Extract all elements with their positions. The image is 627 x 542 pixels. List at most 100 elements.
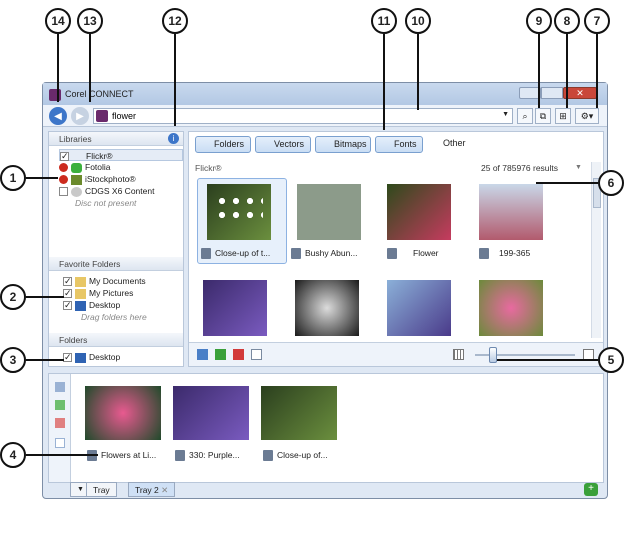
thumbnail-8[interactable] <box>479 280 543 336</box>
thumbnail-1[interactable] <box>207 184 271 240</box>
app-window: Corel CONNECT ✕ ◀ ▶ ▼ ⌕ ⧉ ⊞ ⚙▾ Libraries… <box>42 82 608 499</box>
back-button[interactable]: ◀ <box>49 107 67 125</box>
search-bar[interactable]: ▼ <box>93 108 513 124</box>
caption-text: Close-up of t... <box>215 248 271 258</box>
folder-desktop[interactable]: Desktop <box>63 351 183 363</box>
flickr-checkbox[interactable] <box>60 150 69 162</box>
download-icon <box>387 248 397 260</box>
results-count-dropdown-icon[interactable]: ▼ <box>575 164 582 171</box>
library-fotolia[interactable]: Fotolia <box>59 161 183 173</box>
small-thumbnails-icon[interactable] <box>453 349 464 360</box>
filter-bitmaps-button[interactable]: Bitmaps <box>315 136 371 153</box>
callout-9: 9 <box>526 8 552 34</box>
add-to-tray-icon[interactable] <box>197 349 208 360</box>
library-flickr[interactable]: Flickr® <box>59 149 183 162</box>
options-button[interactable]: ⚙▾ <box>575 108 599 124</box>
filter-folders-button[interactable]: Folders <box>195 136 251 153</box>
folder-checkbox[interactable] <box>63 351 72 363</box>
tray-thumbnail-3[interactable] <box>261 386 337 440</box>
favorites-header[interactable]: Favorite Folders <box>49 257 183 271</box>
compare-button[interactable]: ⧉ <box>535 108 551 124</box>
tray-tab-bar: ▼ Tray Tray 2 ✕ + <box>48 482 604 497</box>
tray-tab-1[interactable]: Tray <box>86 482 117 497</box>
tray-add-icon[interactable] <box>55 382 65 392</box>
tray-caption-2[interactable]: 330: Purple... <box>175 450 240 462</box>
download-icon <box>263 450 273 462</box>
close-tab-icon[interactable]: ✕ <box>161 485 168 495</box>
thumbnail-4[interactable] <box>479 184 543 240</box>
caption-text: Bushy Abun... <box>305 248 358 258</box>
search-source-icon <box>96 110 108 122</box>
favorite-label: Desktop <box>89 300 121 310</box>
filter-other-button[interactable]: Other <box>429 138 466 148</box>
app-logo-icon <box>49 89 61 101</box>
disc-icon <box>71 186 82 197</box>
callout-13: 13 <box>77 8 103 34</box>
caption-4[interactable]: 199-365 <box>479 248 530 260</box>
desktop-icon <box>75 352 86 363</box>
libraries-header[interactable]: Libraries i <box>49 132 183 146</box>
left-panel: Libraries i Flickr® Fotolia iStockphoto®… <box>48 131 184 367</box>
import-icon[interactable] <box>215 349 226 360</box>
folder-label: Desktop <box>89 352 121 362</box>
search-dropdown-icon[interactable]: ▼ <box>502 111 509 118</box>
tray-copy-icon[interactable] <box>55 438 65 448</box>
favorite-my-pictures[interactable]: My Pictures <box>63 287 183 299</box>
desktop-icon <box>75 300 86 311</box>
caption-2[interactable]: Bushy Abun... <box>291 248 358 260</box>
callout-2: 2 <box>0 284 26 310</box>
caption-3[interactable]: Flower <box>387 248 439 260</box>
toolbar: ◀ ▶ ▼ ⌕ ⧉ ⊞ ⚙▾ <box>43 105 607 127</box>
thumbnail-6[interactable] <box>295 280 359 336</box>
tray-caption-3[interactable]: Close-up of... <box>263 450 328 462</box>
callout-1: 1 <box>0 165 26 191</box>
tray-button[interactable]: ⊞ <box>555 108 571 124</box>
callout-12: 12 <box>162 8 188 34</box>
tray-tab-2[interactable]: Tray 2 ✕ <box>128 482 176 497</box>
tray-tab-label: Tray <box>93 485 110 495</box>
favorite-checkbox[interactable] <box>63 287 72 299</box>
folders-header[interactable]: Folders <box>49 333 183 347</box>
filter-fonts-button[interactable]: Fonts <box>375 136 423 153</box>
info-icon[interactable]: i <box>168 133 179 144</box>
library-label: CDGS X6 Content <box>85 186 155 196</box>
caption-1[interactable]: Close-up of t... <box>201 248 271 260</box>
search-button[interactable]: ⌕ <box>517 108 533 124</box>
filter-vectors-button[interactable]: Vectors <box>255 136 311 153</box>
zoom-slider-thumb[interactable] <box>489 347 497 363</box>
library-istockphoto[interactable]: iStockphoto® <box>59 173 183 185</box>
filter-label: Fonts <box>394 139 417 149</box>
copy-icon[interactable] <box>251 349 262 360</box>
forward-button[interactable]: ▶ <box>71 107 89 125</box>
maximize-button[interactable] <box>541 87 563 99</box>
download-icon <box>201 248 211 260</box>
tray-remove-icon[interactable] <box>55 418 65 428</box>
library-label: Flickr® <box>86 151 113 161</box>
library-cdgs[interactable]: CDGS X6 Content <box>59 185 183 197</box>
filter-label: Other <box>443 138 466 148</box>
thumbnail-7[interactable] <box>387 280 451 336</box>
remove-item-icon[interactable] <box>233 349 244 360</box>
filter-label: Folders <box>214 139 245 149</box>
favorite-desktop[interactable]: Desktop <box>63 299 183 311</box>
callout-11: 11 <box>371 8 397 34</box>
add-tray-button[interactable]: + <box>584 483 598 496</box>
tray-import-icon[interactable] <box>55 400 65 410</box>
close-button[interactable]: ✕ <box>563 87 597 99</box>
results-count: 25 of 785976 results <box>481 163 559 173</box>
cdgs-checkbox[interactable] <box>59 187 68 197</box>
tray-thumbnail-2[interactable] <box>173 386 249 440</box>
favorite-my-documents[interactable]: My Documents <box>63 275 183 287</box>
remove-icon <box>59 175 68 185</box>
search-input[interactable] <box>112 110 492 122</box>
thumbnail-2[interactable] <box>297 184 361 240</box>
favorite-checkbox[interactable] <box>63 299 72 311</box>
callout-7: 7 <box>584 8 610 34</box>
favorites-note: Drag folders here <box>81 312 147 322</box>
favorite-checkbox[interactable] <box>63 275 72 287</box>
thumbnail-5[interactable] <box>203 280 267 336</box>
callout-6: 6 <box>598 170 624 196</box>
callout-4: 4 <box>0 442 26 468</box>
tray-thumbnail-1[interactable] <box>85 386 161 440</box>
thumbnail-3[interactable] <box>387 184 451 240</box>
